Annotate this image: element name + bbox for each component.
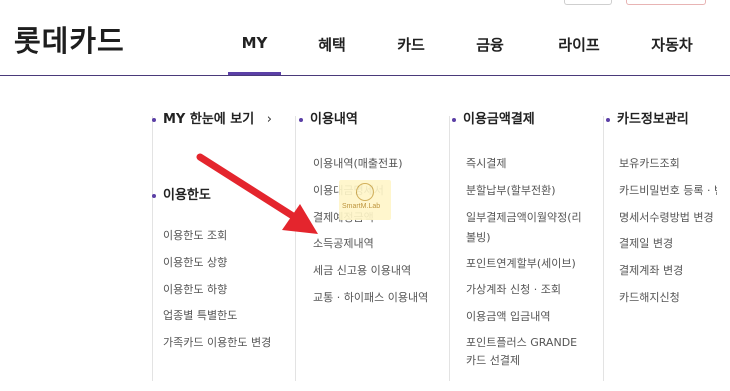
limit-menu-item[interactable]: 이용한도 하향 [163, 277, 272, 304]
header-divider [0, 75, 730, 76]
cardinfo-menu-item[interactable]: 보유카드조회 [619, 151, 717, 178]
payment-menu-item[interactable]: 분할납부(할부전환) [466, 178, 582, 205]
cardinfo-heading-label: 카드정보관리 [617, 112, 689, 127]
column-divider [603, 116, 604, 381]
menu-column-payment: 이용금액결제 즉시결제 분할납부(할부전환) 일부결제금액이월약정(리볼빙) 포… [452, 110, 582, 373]
payment-menu-item[interactable]: 가상계좌 신청 · 조회 [466, 277, 582, 304]
bullet-icon [606, 118, 610, 122]
gnb-card[interactable]: 카드 [386, 34, 436, 56]
bullet-icon [299, 118, 303, 122]
payment-menu-item[interactable]: 즉시결제 [466, 151, 582, 178]
usage-menu-item[interactable]: 이용내역(매출전표) [313, 151, 428, 178]
watermark-logo-icon [356, 183, 374, 201]
usage-menu-item[interactable]: 소득공제내역 [313, 231, 428, 258]
my-overview-label: MY 한눈에 보기 [163, 112, 255, 127]
gnb-my[interactable]: MY [228, 34, 281, 56]
payment-menu-item[interactable]: 이용금액 입금내역 [466, 304, 582, 331]
cardinfo-menu-item[interactable]: 명세서수령방법 변경 [619, 205, 717, 232]
column-divider [449, 116, 450, 381]
usage-menu-item[interactable]: 교통 · 하이패스 이용내역 [313, 285, 428, 312]
chevron-right-icon: › [266, 112, 272, 127]
watermark-text: SmartM.Lab [342, 203, 381, 210]
my-overview-link[interactable]: MY 한눈에 보기 › [152, 110, 272, 130]
cardinfo-menu-item[interactable]: 카드비밀번호 등록 · 변 [619, 178, 717, 205]
bullet-icon [152, 194, 156, 198]
cardinfo-menu-item[interactable]: 결제계좌 변경 [619, 258, 717, 285]
limit-menu-item[interactable]: 이용한도 조회 [163, 223, 272, 250]
limit-menu-item[interactable]: 이용한도 상향 [163, 250, 272, 277]
global-nav: MY 혜택 카드 금융 라이프 자동차 [0, 0, 730, 76]
bullet-icon [152, 118, 156, 122]
usage-menu-item[interactable]: 세금 신고용 이용내역 [313, 258, 428, 285]
bullet-icon [452, 118, 456, 122]
watermark: SmartM.Lab [339, 180, 391, 220]
limit-menu-item[interactable]: 업종별 특별한도 [163, 303, 272, 330]
menu-column-my: MY 한눈에 보기 › 이용한도 이용한도 조회 이용한도 상향 이용한도 하향… [152, 110, 272, 357]
payment-heading-label: 이용금액결제 [463, 112, 535, 127]
gnb-car[interactable]: 자동차 [640, 34, 704, 56]
usage-heading-label: 이용내역 [310, 112, 358, 127]
gnb-finance[interactable]: 금융 [465, 34, 515, 56]
limit-heading[interactable]: 이용한도 [152, 186, 272, 206]
menu-column-cardinfo: 카드정보관리 보유카드조회 카드비밀번호 등록 · 변 명세서수령방법 변경 결… [606, 110, 717, 312]
payment-heading[interactable]: 이용금액결제 [452, 110, 582, 130]
limit-heading-label: 이용한도 [163, 188, 211, 203]
payment-menu-item[interactable]: 일부결제금액이월약정(리볼빙) [466, 205, 582, 251]
payment-menu-item[interactable]: 포인트연계할부(세이브) [466, 251, 582, 278]
cardinfo-menu-item[interactable]: 카드해지신청 [619, 285, 717, 312]
gnb-life[interactable]: 라이프 [548, 34, 610, 56]
cardinfo-heading[interactable]: 카드정보관리 [606, 110, 717, 130]
payment-menu-item[interactable]: 포인트플러스 GRANDE카드 선결제 [466, 331, 582, 373]
cardinfo-menu-item[interactable]: 결제일 변경 [619, 231, 717, 258]
gnb-benefit[interactable]: 혜택 [307, 34, 357, 56]
limit-menu-item[interactable]: 가족카드 이용한도 변경 [163, 330, 272, 357]
usage-heading[interactable]: 이용내역 [299, 110, 428, 130]
column-divider [295, 116, 296, 381]
